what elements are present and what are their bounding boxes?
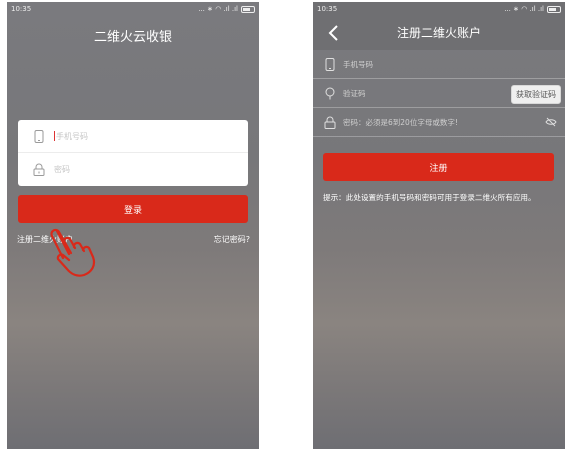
register-screen: 10:35 ... ∗ ◠ .ıl .ıl 注册二维火账户 手机号码 验证码 获… — [313, 2, 565, 449]
header-bar: 注册二维火账户 — [313, 16, 565, 50]
get-code-button[interactable]: 获取验证码 — [511, 85, 561, 104]
signal-wifi-icon: ... ∗ ◠ .ıl .ıl — [504, 5, 544, 13]
pointing-hand-icon — [50, 228, 96, 277]
code-field[interactable]: 验证码 获取验证码 — [313, 79, 565, 108]
battery-icon — [241, 5, 255, 13]
signal-wifi-icon: ... ∗ ◠ .ıl .ıl — [198, 5, 238, 13]
password-placeholder: 密码 — [54, 165, 70, 174]
phone-field[interactable]: 手机号码 — [313, 50, 565, 79]
phone-placeholder: 手机号码 — [56, 131, 88, 141]
app-title: 二维火云收银 — [93, 30, 172, 45]
phone-placeholder: 手机号码 — [343, 59, 373, 69]
battery-icon — [547, 5, 561, 13]
page-title: 注册二维火账户 — [396, 26, 481, 40]
status-bar: 10:35 ... ∗ ◠ .ıl .ıl — [313, 2, 565, 16]
status-bar: 10:35 ... ∗ ◠ .ıl .ıl — [7, 2, 259, 16]
text-caret — [54, 131, 55, 141]
location-pin-icon — [323, 86, 337, 100]
register-form: 手机号码 验证码 获取验证码 密码：必须是6到20位字母或数字! — [313, 50, 565, 137]
forgot-password-link[interactable]: 忘记密码? — [214, 234, 250, 245]
login-screen: 10:35 ... ∗ ◠ .ıl .ıl 二维火云收银 手机号码 密码 登录 … — [7, 2, 259, 449]
phone-field[interactable]: 手机号码 — [18, 120, 248, 153]
status-time: 10:35 — [11, 5, 32, 13]
phone-icon — [32, 129, 46, 143]
phone-icon — [323, 57, 337, 71]
password-field[interactable]: 密码：必须是6到20位字母或数字! — [313, 108, 565, 137]
status-time: 10:35 — [317, 5, 338, 13]
eye-hidden-icon[interactable] — [545, 117, 557, 127]
password-field[interactable]: 密码 — [18, 153, 248, 186]
lock-icon — [323, 115, 337, 129]
login-form-card: 手机号码 密码 — [18, 120, 248, 186]
password-placeholder: 密码：必须是6到20位字母或数字! — [343, 117, 458, 127]
code-placeholder: 验证码 — [343, 88, 366, 98]
tip-text: 提示：此处设置的手机号码和密码可用于登录二维火所有应用。 — [323, 193, 536, 202]
lock-icon — [32, 163, 46, 177]
login-button[interactable]: 登录 — [18, 195, 248, 223]
register-button[interactable]: 注册 — [323, 153, 554, 181]
